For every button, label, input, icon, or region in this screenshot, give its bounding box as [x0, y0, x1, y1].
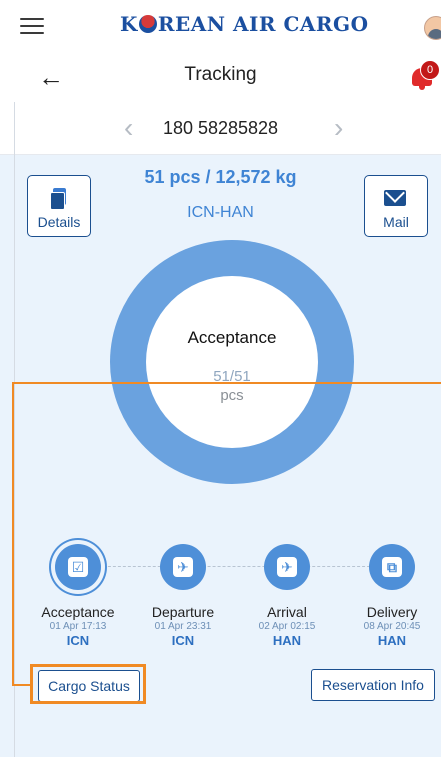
timeline-step-arrival[interactable]: ✈ Arrival 02 Apr 02:15 HAN	[242, 544, 332, 648]
brand-prefix: K	[120, 12, 138, 36]
title-bar: ← Tracking 0	[0, 52, 441, 102]
plane-departure-icon: ✈	[160, 544, 206, 590]
highlight-callout-connector	[12, 684, 32, 686]
step-name: Arrival	[267, 604, 307, 620]
app-bar: K REAN AIR CARGO	[0, 0, 441, 52]
checklist-icon: ☑	[55, 544, 101, 590]
pieces-weight-summary: 51 pcs / 12,572 kg	[144, 167, 297, 187]
step-time: 01 Apr 23:31	[154, 621, 212, 632]
taegeuk-logo-icon	[138, 15, 157, 33]
cargo-status-highlight	[30, 664, 146, 704]
hamburger-menu-icon[interactable]	[20, 18, 44, 36]
step-time: 08 Apr 20:45	[363, 621, 421, 632]
step-port: ICN	[66, 633, 90, 648]
tracking-screen: K REAN AIR CARGO ← Tracking 0 ‹ 180 58285…	[0, 0, 441, 757]
current-stage-label: Acceptance	[187, 328, 277, 347]
brand-logo: K REAN AIR CARGO	[120, 12, 369, 36]
step-port: ICN	[171, 633, 195, 648]
step-name: Departure	[151, 604, 215, 620]
profile-avatar-icon[interactable]	[424, 16, 441, 40]
brand-suffix: REAN AIR CARGO	[157, 12, 369, 36]
reservation-info-button[interactable]: Reservation Info	[311, 669, 435, 701]
awb-navigator: ‹ 180 58285828 ›	[0, 102, 441, 155]
step-name: Delivery	[366, 604, 418, 620]
step-port: HAN	[377, 633, 407, 648]
highlight-callout-line	[12, 384, 14, 686]
next-awb-chevron-icon[interactable]: ›	[334, 112, 343, 144]
awb-number: 180 58285828	[162, 118, 279, 138]
delivery-icon: ⧉	[369, 544, 415, 590]
timeline-step-departure[interactable]: ✈ Departure 01 Apr 23:31 ICN	[138, 544, 228, 648]
timeline-connector	[78, 566, 390, 567]
timeline-step-delivery[interactable]: ⧉ Delivery 08 Apr 20:45 HAN	[347, 544, 437, 648]
timeline-step-acceptance[interactable]: ☑ Acceptance 01 Apr 17:13 ICN	[33, 544, 123, 648]
step-time: 01 Apr 17:13	[49, 621, 107, 632]
step-time: 02 Apr 02:15	[258, 621, 316, 632]
notification-badge: 0	[420, 60, 440, 80]
step-port: HAN	[272, 633, 302, 648]
plane-arrival-icon: ✈	[264, 544, 310, 590]
notification-bell-icon[interactable]: 0	[410, 60, 440, 90]
route-label: ICN-HAN	[187, 204, 254, 221]
step-name: Acceptance	[41, 604, 115, 620]
page-title: Tracking	[184, 64, 257, 85]
